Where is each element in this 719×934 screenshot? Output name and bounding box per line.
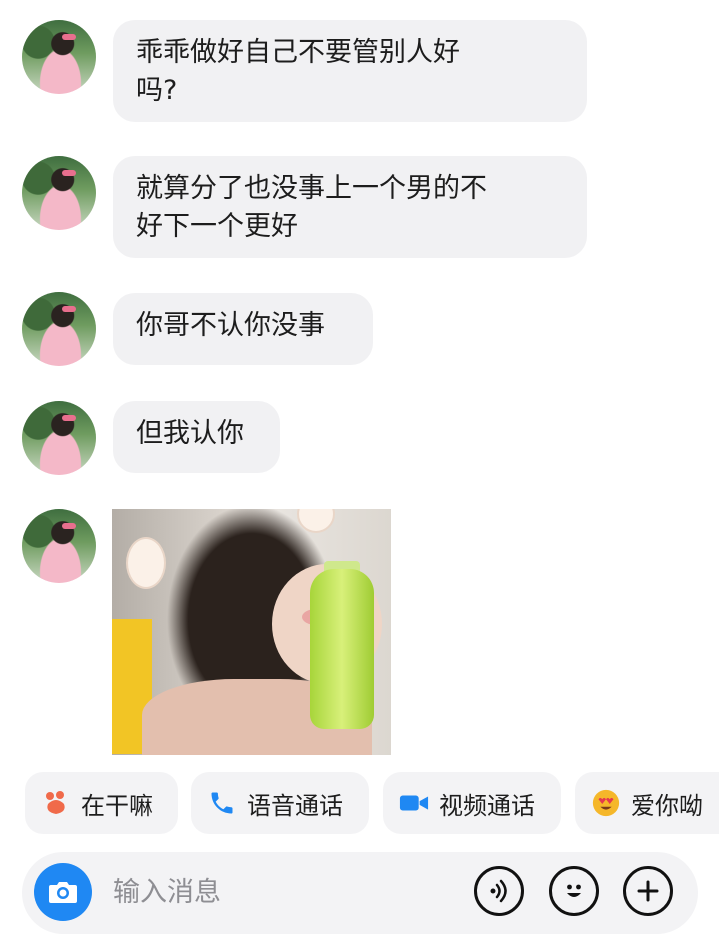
green-bottle [310,569,374,729]
bow-decoration [62,170,76,176]
contact-avatar[interactable] [22,401,96,475]
message-text: 但我认你 [136,418,244,449]
plus-icon [635,878,661,904]
emoji-button[interactable] [549,866,599,916]
message-text: 就算分了也没事上一个男的不 好下一个更好 [136,173,487,242]
more-button[interactable] [623,866,673,916]
quick-reply-chip[interactable]: 视频通话 [383,772,561,834]
smiley-icon [560,877,588,905]
bow-decoration [62,34,76,40]
message-bubble[interactable]: 你哥不认你没事 [113,293,373,365]
voice-input-button[interactable] [474,866,524,916]
camera-button[interactable] [34,863,92,921]
message-bubble[interactable]: 乖乖做好自己不要管别人好 吗? [113,20,587,122]
bow-decoration [62,306,76,312]
chip-label: 视频通话 [439,791,535,820]
message-text: 你哥不认你没事 [136,310,325,341]
quick-reply-chip[interactable]: 语音通话 [191,772,369,834]
contact-avatar[interactable] [22,292,96,366]
chip-label: 爱你呦 [631,791,703,820]
message-bubble[interactable]: 就算分了也没事上一个男的不 好下一个更好 [113,156,587,258]
message-input[interactable]: 输入消息 [113,874,221,912]
bunny-ear-sticker [126,537,166,589]
contact-avatar[interactable] [22,20,96,94]
voice-wave-icon [486,878,512,904]
quick-reply-chip[interactable]: 爱你呦 [575,772,719,834]
bow-decoration [62,415,76,421]
quick-reply-chip[interactable]: 在干嘛 [25,772,178,834]
contact-avatar[interactable] [22,509,96,583]
chip-label: 在干嘛 [81,791,153,820]
contact-avatar[interactable] [22,156,96,230]
message-text: 乖乖做好自己不要管别人好 吗? [136,37,460,106]
heart-eyes-emoji-icon [591,788,621,818]
paw-icon [41,788,71,818]
bow-decoration [62,523,76,529]
phone-icon [207,788,237,818]
video-camera-icon [399,788,429,818]
camera-icon [48,879,78,905]
message-bubble[interactable]: 但我认你 [113,401,280,473]
photo-message[interactable] [112,509,391,755]
chip-label: 语音通话 [247,791,343,820]
